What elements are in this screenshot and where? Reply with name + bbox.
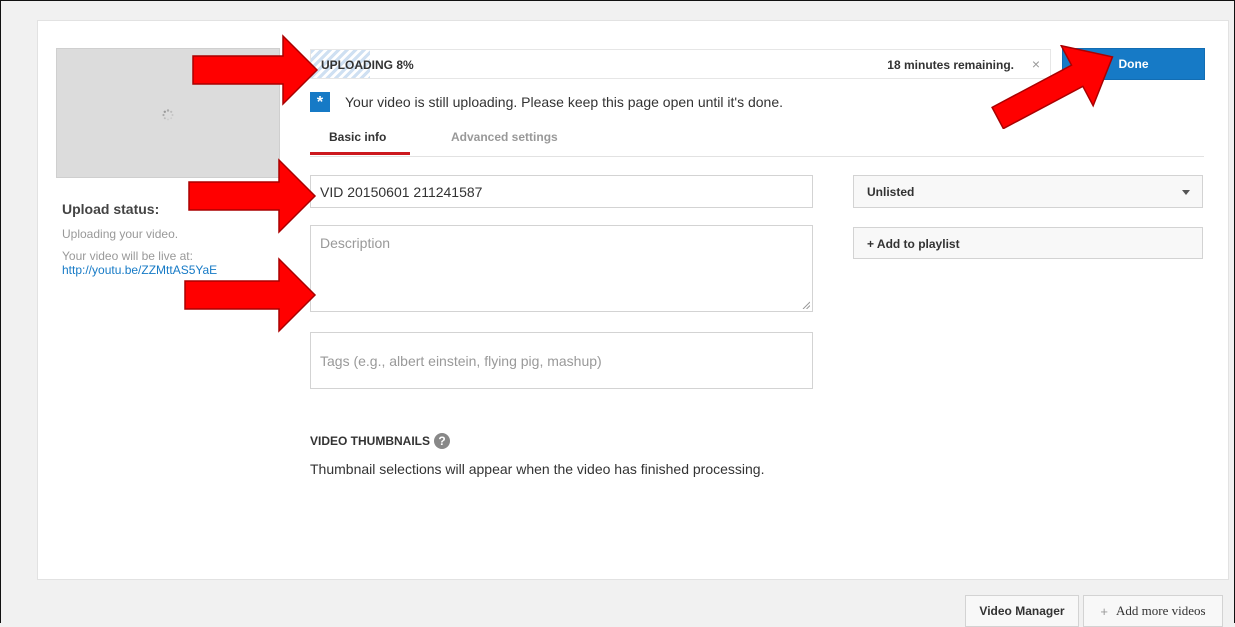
description-placeholder: Description [320,235,391,251]
notice-text: Your video is still uploading. Please ke… [345,94,784,110]
video-manager-button[interactable]: Video Manager [965,595,1079,627]
annotation-arrow-icon [184,257,317,333]
video-thumbnails-heading: VIDEO THUMBNAILS ? [310,433,450,449]
chevron-down-icon [1182,190,1190,195]
annotation-arrow-icon [192,34,319,106]
add-to-playlist-button[interactable]: + Add to playlist [853,227,1203,259]
resize-grip-icon[interactable] [802,301,810,309]
privacy-selected-value: Unlisted [867,185,915,199]
thumbnails-message: Thumbnail selections will appear when th… [310,461,765,477]
help-icon[interactable]: ? [434,433,450,449]
upload-notice: * Your video is still uploading. Please … [310,92,783,112]
annotation-arrow-icon [991,45,1114,129]
tab-basic-info[interactable]: Basic info [329,130,386,144]
upload-progress-bar: UPLOADING 8% 18 minutes remaining. × [310,49,1051,79]
video-title-value: VID 20150601 211241587 [320,184,483,200]
video-title-input[interactable]: VID 20150601 211241587 [310,175,813,208]
tags-placeholder: Tags (e.g., albert einstein, flying pig,… [320,353,602,369]
video-thumbnails-title: VIDEO THUMBNAILS [310,434,430,448]
description-textarea[interactable]: Description [310,225,813,312]
tab-advanced-settings[interactable]: Advanced settings [451,130,558,144]
add-more-videos-button[interactable]: + Add more videos [1083,595,1223,627]
loading-spinner-icon [162,109,174,121]
upload-progress-label: UPLOADING 8% [321,58,414,72]
tags-input[interactable]: Tags (e.g., albert einstein, flying pig,… [310,332,813,389]
privacy-select[interactable]: Unlisted [853,175,1203,208]
page-frame: Upload status: Uploading your video. You… [0,0,1235,627]
settings-tabs: Basic info Advanced settings [310,126,1204,157]
plus-icon: + [1100,603,1109,619]
add-to-playlist-label: + Add to playlist [867,237,960,251]
add-more-videos-label: Add more videos [1116,603,1206,618]
annotation-arrow-icon [188,158,317,234]
active-tab-indicator [310,152,410,155]
